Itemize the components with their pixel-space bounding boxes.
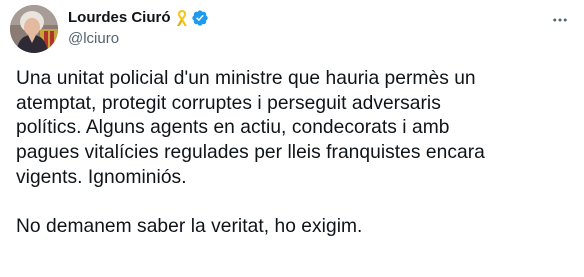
author-handle[interactable]: @lciuro [68, 29, 468, 49]
tweet-text: Una unitat policial d'un ministre que ha… [16, 68, 485, 238]
avatar[interactable] [10, 5, 58, 53]
more-options-icon[interactable] [548, 8, 572, 32]
verified-badge-icon [191, 9, 209, 27]
author-display-name[interactable]: Lourdes Ciuró [68, 8, 171, 28]
author-info: Lourdes Ciuró @lciuro [68, 8, 468, 49]
yellow-ribbon-icon [176, 9, 188, 27]
avatar-photo-icon [10, 5, 58, 53]
author-name-row: Lourdes Ciuró [68, 8, 468, 28]
tweet-card: Lourdes Ciuró @lciuro Una unitat policia… [0, 0, 584, 277]
